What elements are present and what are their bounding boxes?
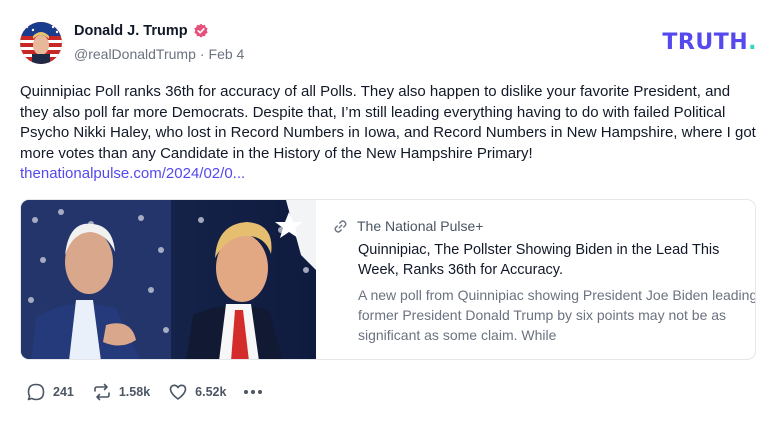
retruth-count: 1.58k xyxy=(118,385,151,399)
like-button[interactable]: 6.52k xyxy=(168,382,226,402)
name-row: Donald J. Trump xyxy=(74,23,209,39)
reply-button[interactable]: 241 xyxy=(26,382,74,402)
avatar[interactable] xyxy=(20,22,62,64)
reply-count: 241 xyxy=(53,385,74,399)
retruth-icon xyxy=(94,383,110,401)
link-icon xyxy=(334,219,347,233)
post-text: Quinnipiac Poll ranks 36th for accuracy … xyxy=(20,83,756,162)
post-link[interactable]: thenationalpulse.com/2024/02/0... xyxy=(20,164,760,185)
user-handle[interactable]: @realDonaldTrump xyxy=(74,46,196,62)
retruth-button[interactable]: 1.58k xyxy=(92,382,150,402)
logo-dot: . xyxy=(748,30,757,55)
reply-icon xyxy=(27,383,45,401)
card-image xyxy=(21,200,316,359)
profile-avatar-flag-icon xyxy=(20,22,62,64)
more-dot xyxy=(244,390,249,394)
separator: · xyxy=(199,46,205,62)
card-description: A new poll from Quinnipiac showing Presi… xyxy=(358,287,756,343)
truth-social-logo[interactable]: TRUTH. xyxy=(662,30,757,55)
card-source: The National Pulse+ xyxy=(333,218,483,234)
verified-badge-icon xyxy=(193,23,208,38)
post-body: Quinnipiac Poll ranks 36th for accuracy … xyxy=(20,82,760,185)
more-dot xyxy=(251,390,256,394)
more-dot xyxy=(258,390,263,394)
post-date[interactable]: Feb 4 xyxy=(209,46,245,62)
logo-text: TRUTH xyxy=(662,30,749,55)
link-preview-card[interactable]: The National Pulse+ Quinnipiac, The Poll… xyxy=(20,199,756,360)
action-bar: 241 1.58k 6.52k xyxy=(26,382,265,402)
biden-trump-photo-icon xyxy=(21,200,316,359)
more-icon[interactable] xyxy=(244,382,265,402)
display-name[interactable]: Donald J. Trump xyxy=(74,23,188,39)
card-title: Quinnipiac, The Pollster Showing Biden i… xyxy=(358,242,720,278)
truth-post: Donald J. Trump @realDonaldTrump · Feb 4… xyxy=(0,0,777,423)
handle-row: @realDonaldTrump · Feb 4 xyxy=(74,46,244,62)
post-header: Donald J. Trump @realDonaldTrump · Feb 4 xyxy=(20,20,757,64)
heart-icon xyxy=(169,384,187,400)
like-count: 6.52k xyxy=(195,385,227,399)
card-source-name: The National Pulse+ xyxy=(357,218,484,234)
